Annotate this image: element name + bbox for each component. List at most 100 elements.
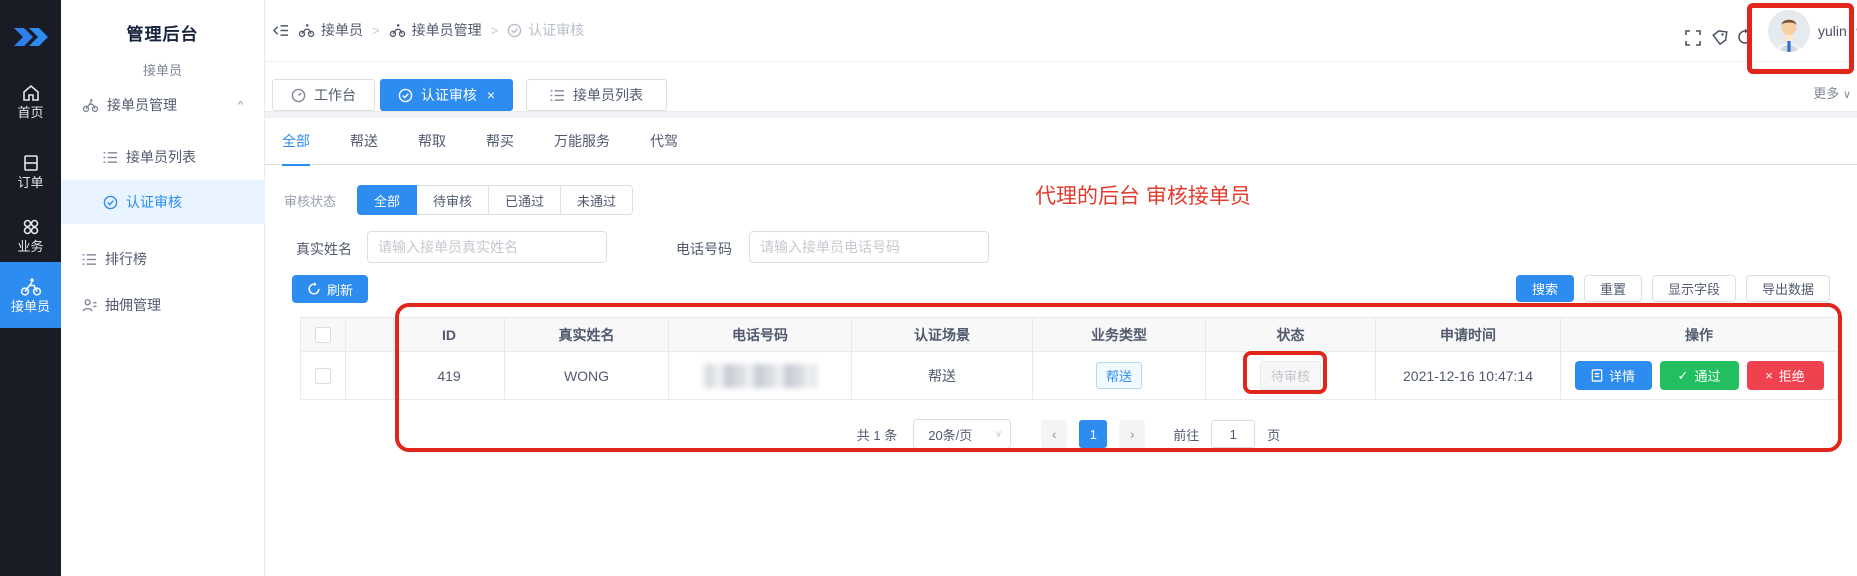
status-option-approved[interactable]: 已通过 xyxy=(489,185,561,215)
user-name: yulin xyxy=(1818,23,1847,39)
prev-page-button[interactable]: ‹ xyxy=(1041,420,1067,448)
rail-item-label: 业务 xyxy=(17,240,43,253)
cell-id: 419 xyxy=(394,352,505,400)
reset-button[interactable]: 重置 xyxy=(1584,275,1642,302)
real-name-input[interactable] xyxy=(367,231,607,263)
cell-apply-time: 2021-12-16 10:47:14 xyxy=(1376,352,1561,400)
column-header-phone: 电话号码 xyxy=(669,318,852,352)
rider-icon xyxy=(20,277,42,297)
check-circle-icon xyxy=(398,88,413,103)
refresh-icon[interactable] xyxy=(1736,28,1754,46)
detail-label: 详情 xyxy=(1609,366,1635,385)
content-area: 接单员 > 接单员管理 > 认证审核 xyxy=(265,0,1857,576)
chevron-down-icon: ∨ xyxy=(995,429,1002,440)
cell-biz-type: 帮送 xyxy=(1033,352,1206,400)
phone-input[interactable] xyxy=(749,231,989,263)
biz-tab-delivery[interactable]: 帮送 xyxy=(350,118,378,165)
status-option-rejected[interactable]: 未通过 xyxy=(561,185,633,215)
row-checkbox[interactable] xyxy=(315,368,331,384)
rail-item-orders[interactable]: 订单 xyxy=(0,146,61,196)
home-icon xyxy=(21,83,41,103)
search-button[interactable]: 搜索 xyxy=(1516,275,1574,302)
cell-name: WONG xyxy=(505,352,669,400)
menu-item-commission[interactable]: 抽佣管理 xyxy=(61,288,265,322)
page-number-1[interactable]: 1 xyxy=(1079,420,1107,448)
breadcrumb-item[interactable]: 接单员 xyxy=(298,20,363,40)
user-menu[interactable]: yulin ∨ xyxy=(1768,10,1857,52)
apps-grid-icon xyxy=(21,217,41,237)
approve-label: 通过 xyxy=(1694,366,1720,385)
real-name-label: 真实姓名 xyxy=(296,239,352,259)
logo-icon xyxy=(13,24,49,50)
export-data-button[interactable]: 导出数据 xyxy=(1746,275,1830,302)
rider-icon xyxy=(82,98,99,113)
dashboard-icon xyxy=(291,88,306,103)
rail-item-label: 接单员 xyxy=(11,300,50,313)
table-header-row: ID 真实姓名 电话号码 认证场景 业务类型 状态 申请时间 操作 xyxy=(301,318,1837,352)
pagination: 共 1 条 20条/页 ∨ ‹ 1 › 前往 页 xyxy=(300,418,1837,450)
reject-button[interactable]: × 拒绝 xyxy=(1747,361,1824,390)
refresh-label: 刷新 xyxy=(327,280,353,299)
status-filter-row: 审核状态 全部 待审核 已通过 未通过 xyxy=(265,185,1857,215)
biz-tab-driving[interactable]: 代驾 xyxy=(650,118,678,165)
breadcrumb-separator: > xyxy=(372,23,380,38)
more-dropdown[interactable]: 更多 ∨ xyxy=(1813,83,1851,102)
rider-icon xyxy=(298,23,315,38)
menu-group-courier-management[interactable]: 接单员管理 ^ xyxy=(61,88,265,122)
menu-item-label: 认证审核 xyxy=(126,192,182,212)
menu-item-certification-audit[interactable]: 认证审核 xyxy=(61,180,265,224)
check-icon: ✓ xyxy=(1678,368,1689,384)
select-all-checkbox[interactable] xyxy=(315,327,331,343)
status-badge: 待审核 xyxy=(1260,361,1321,390)
rail-item-home[interactable]: 首页 xyxy=(0,76,61,126)
tab-courier-list[interactable]: 接单员列表 xyxy=(526,79,667,111)
column-header-scene: 认证场景 xyxy=(852,318,1033,352)
rail-item-business[interactable]: 业务 xyxy=(0,210,61,260)
menu-item-courier-list[interactable]: 接单员列表 xyxy=(61,140,265,174)
fullscreen-icon[interactable] xyxy=(1685,30,1701,46)
collapse-menu-icon[interactable] xyxy=(272,23,289,38)
column-header-apply-time: 申请时间 xyxy=(1376,318,1561,352)
close-icon[interactable]: × xyxy=(487,87,495,103)
person-list-icon xyxy=(82,298,97,313)
app-logo[interactable] xyxy=(0,24,61,50)
actions-row: 刷新 搜索 重置 显示字段 导出数据 xyxy=(265,275,1857,303)
audit-table: ID 真实姓名 电话号码 认证场景 业务类型 状态 申请时间 操作 419 WO… xyxy=(300,317,1837,400)
tab-certification-audit[interactable]: 认证审核 × xyxy=(380,79,513,111)
biz-tab-universal[interactable]: 万能服务 xyxy=(554,118,610,165)
topbar: 接单员 > 接单员管理 > 认证审核 xyxy=(265,0,1857,62)
tab-workbench[interactable]: 工作台 xyxy=(272,79,375,111)
menu-item-label: 排行榜 xyxy=(105,249,147,269)
column-header-actions: 操作 xyxy=(1561,318,1838,352)
breadcrumb-item[interactable]: 接单员管理 xyxy=(389,20,482,40)
menu-item-ranking[interactable]: 排行榜 xyxy=(61,242,265,276)
goto-suffix: 页 xyxy=(1267,425,1280,444)
page-size-select[interactable]: 20条/页 ∨ xyxy=(913,419,1011,449)
show-fields-button[interactable]: 显示字段 xyxy=(1652,275,1736,302)
row-select-cell xyxy=(301,352,346,400)
biz-type-tag: 帮送 xyxy=(1096,362,1142,389)
status-option-pending[interactable]: 待审核 xyxy=(417,185,489,215)
status-option-all[interactable]: 全部 xyxy=(357,185,417,215)
main-card: 全部 帮送 帮取 帮买 万能服务 代驾 代理的后台 审核接单员 审核状态 全部 … xyxy=(265,118,1857,576)
biz-tab-pickup[interactable]: 帮取 xyxy=(418,118,446,165)
tag-icon[interactable] xyxy=(1711,29,1728,46)
biz-tab-all[interactable]: 全部 xyxy=(282,118,310,165)
cell-phone xyxy=(669,352,852,400)
column-header-biz-type: 业务类型 xyxy=(1033,318,1206,352)
goto-page-input[interactable] xyxy=(1211,420,1255,448)
tab-label: 工作台 xyxy=(314,85,356,105)
icon-rail: 首页 订单 业务 接单员 xyxy=(0,0,61,576)
table-toolbar: 搜索 重置 显示字段 导出数据 xyxy=(1516,275,1830,302)
detail-button[interactable]: 详情 xyxy=(1575,361,1652,390)
refresh-button[interactable]: 刷新 xyxy=(292,275,368,303)
more-label: 更多 xyxy=(1813,86,1839,101)
rail-item-couriers[interactable]: 接单员 xyxy=(0,262,61,328)
reject-label: 拒绝 xyxy=(1779,366,1805,385)
next-page-button[interactable]: › xyxy=(1119,420,1145,448)
column-header-status: 状态 xyxy=(1206,318,1376,352)
biz-tab-buy[interactable]: 帮买 xyxy=(486,118,514,165)
tab-label: 接单员列表 xyxy=(573,85,643,105)
approve-button[interactable]: ✓ 通过 xyxy=(1660,361,1739,390)
chevron-down-icon: ∨ xyxy=(1843,89,1851,101)
